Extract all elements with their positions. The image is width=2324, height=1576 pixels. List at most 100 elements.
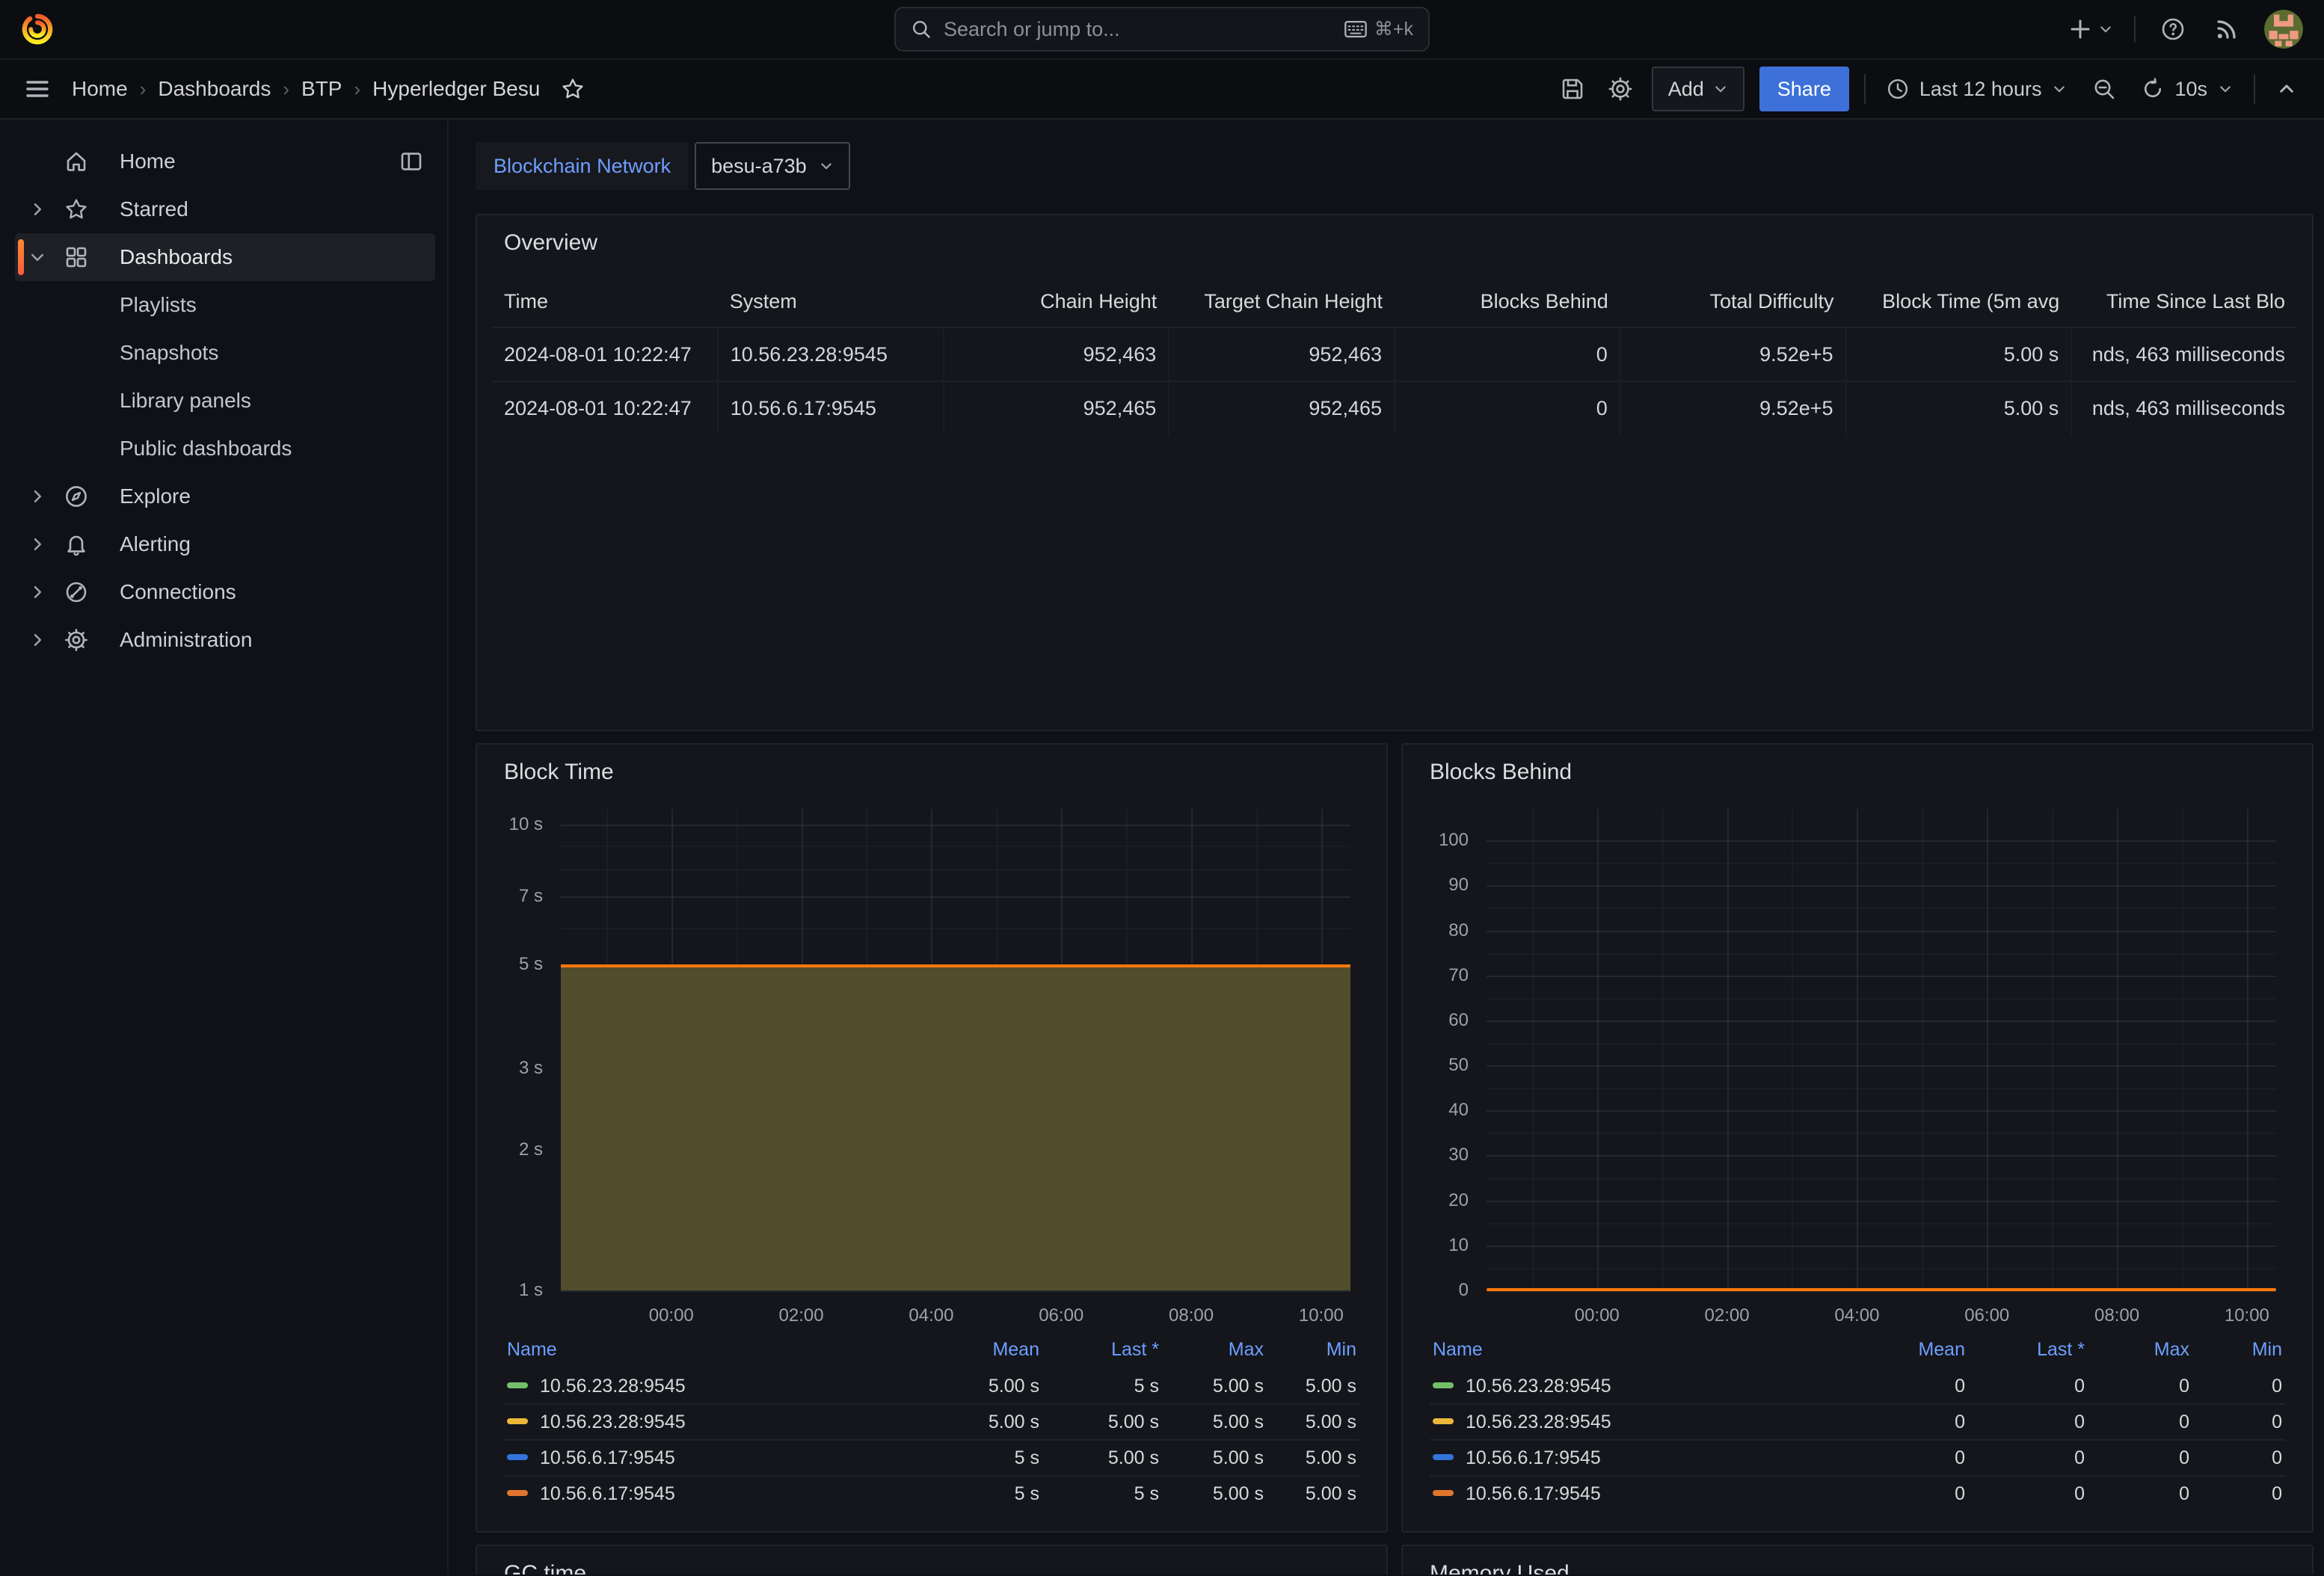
legend-value: 0 <box>2088 1475 2192 1512</box>
plot-area[interactable] <box>561 809 1350 1292</box>
breadcrumb-item-dashboards[interactable]: Dashboards <box>158 77 271 101</box>
time-series-chart[interactable]: 100 90 80 70 60 50 40 30 20 10 0 00:00 02:00 04:00 06… <box>1418 800 2297 1326</box>
chevron-right-icon[interactable] <box>18 582 57 603</box>
gridline <box>2181 809 2183 1290</box>
sidebar-item-public-dashboards[interactable]: Public dashboards <box>15 425 435 473</box>
table-row[interactable]: 2024-08-01 10:22:47 10.56.6.17:9545 952,46… <box>492 381 2297 435</box>
plot-area[interactable] <box>1487 809 2276 1292</box>
dashboard-submenu: Blockchain Network besu-a73b <box>476 142 2314 214</box>
save-dashboard-button[interactable] <box>1556 73 1589 105</box>
legend-column-header[interactable]: Mean <box>1830 1332 1968 1368</box>
panel-title[interactable]: Blocks Behind <box>1430 760 2297 785</box>
dashboard-settings-button[interactable] <box>1604 73 1637 105</box>
gridline <box>561 1290 1350 1292</box>
user-avatar[interactable] <box>2264 10 2303 49</box>
sidebar-item-snapshots[interactable]: Snapshots <box>15 329 435 377</box>
sidebar-item-starred[interactable]: Starred <box>15 185 435 233</box>
y-axis-tick-label: 1 s <box>518 1280 543 1300</box>
chevron-down-icon[interactable] <box>18 247 57 268</box>
legend-series-name[interactable]: 10.56.6.17:9545 <box>540 1447 675 1468</box>
legend-series-name[interactable]: 10.56.6.17:9545 <box>540 1483 675 1504</box>
legend-value: 5.00 s <box>1267 1475 1359 1512</box>
sidebar-item-administration[interactable]: Administration <box>15 616 435 664</box>
legend-column-header[interactable]: Mean <box>905 1332 1042 1368</box>
help-button[interactable] <box>2157 13 2189 46</box>
x-axis-tick-label: 04:00 <box>909 1305 954 1326</box>
panel-title[interactable]: Block Time <box>504 760 1371 785</box>
legend-body: 10.56.23.28:9545 5.00 s5 s 5.00 s 5.00 s 10.… <box>504 1368 1359 1512</box>
legend-column-header[interactable]: Max <box>2088 1332 2192 1368</box>
overview-column-header[interactable]: Target Chain Height <box>1169 277 1395 327</box>
sidebar-item-home[interactable]: Home <box>15 138 435 185</box>
legend-column-header[interactable]: Last * <box>1968 1332 2088 1368</box>
time-range-picker[interactable]: Last 12 hours <box>1881 67 2074 111</box>
legend-column-header[interactable]: Name <box>1430 1332 1830 1368</box>
legend-series-name[interactable]: 10.56.23.28:9545 <box>1466 1412 1611 1432</box>
time-series-chart[interactable]: 10 s 7 s 5 s 3 s 2 s 1 s 00:00 02:00 04:00 06:00… <box>492 800 1371 1326</box>
sidebar-item-alerting[interactable]: Alerting <box>15 520 435 568</box>
legend-column-header[interactable]: Min <box>2192 1332 2285 1368</box>
legend-value: 0 <box>2088 1439 2192 1476</box>
legend-series-name[interactable]: 10.56.23.28:9545 <box>540 1412 686 1432</box>
overview-column-header[interactable]: Time Since Last Blo <box>2071 277 2297 327</box>
collapse-toolbar-button[interactable] <box>2270 73 2303 105</box>
overview-column-header[interactable]: Chain Height <box>944 277 1169 327</box>
plus-icon <box>2068 17 2092 41</box>
news-button[interactable] <box>2210 13 2243 46</box>
legend-series-name[interactable]: 10.56.6.17:9545 <box>1466 1483 1601 1504</box>
sidebar-item-label: Home <box>120 150 176 173</box>
overview-column-header[interactable]: Blocks Behind <box>1395 277 1620 327</box>
chevron-right-icon[interactable] <box>18 630 57 650</box>
overview-column-header[interactable]: Total Difficulty <box>1620 277 1846 327</box>
gridline <box>1487 1178 2276 1180</box>
search-input[interactable]: Search or jump to... ⌘+k <box>894 7 1430 52</box>
dashboard-content[interactable]: Blockchain Network besu-a73b Overview Ti… <box>449 120 2324 1575</box>
overview-column-header[interactable]: Time <box>492 277 718 327</box>
gridline <box>1487 952 2276 955</box>
zoom-out-time-button[interactable] <box>2088 73 2121 105</box>
chevron-right-icon[interactable] <box>18 199 57 220</box>
legend-column-header[interactable]: Last * <box>1042 1332 1162 1368</box>
x-axis-tick-label: 08:00 <box>1169 1305 1214 1326</box>
legend-series-name[interactable]: 10.56.23.28:9545 <box>540 1376 686 1397</box>
series-fill <box>561 964 1350 1290</box>
variable-value-dropdown[interactable]: besu-a73b <box>695 142 850 190</box>
legend-value: 0 <box>2192 1475 2285 1512</box>
legend-row: 10.56.23.28:9545 0 0 0 0 <box>1430 1368 2285 1404</box>
chevron-right-icon[interactable] <box>18 534 57 555</box>
gridline <box>1857 809 1859 1290</box>
gear-icon <box>1608 77 1632 101</box>
new-menu-button[interactable] <box>2068 17 2113 41</box>
sidebar-item-dashboards[interactable]: Dashboards <box>15 233 435 281</box>
sidebar-item-playlists[interactable]: Playlists <box>15 281 435 329</box>
legend-column-header[interactable]: Name <box>504 1332 905 1368</box>
mega-menu-toggle[interactable] <box>21 73 54 105</box>
favorite-star-button[interactable] <box>561 77 585 101</box>
legend-column-header[interactable]: Min <box>1267 1332 1359 1368</box>
legend-column-header[interactable]: Max <box>1162 1332 1267 1368</box>
overview-column-header[interactable]: System <box>718 277 944 327</box>
legend-series-name[interactable]: 10.56.23.28:9545 <box>1466 1376 1611 1397</box>
panel-title[interactable]: GC time <box>504 1561 1371 1575</box>
sidebar-item-library-panels[interactable]: Library panels <box>15 377 435 425</box>
legend-value: 5.00 s <box>988 1375 1039 1397</box>
sidebar-item-explore[interactable]: Explore <box>15 473 435 520</box>
panel-title[interactable]: Memory Used <box>1430 1561 2297 1575</box>
dock-panel-icon[interactable] <box>399 150 423 173</box>
refresh-picker[interactable]: 10s <box>2136 67 2239 111</box>
breadcrumb-item-hyperledger-besu[interactable]: Hyperledger Besu <box>372 77 540 101</box>
legend-series-name[interactable]: 10.56.6.17:9545 <box>1466 1447 1601 1468</box>
chevron-right-icon[interactable] <box>18 486 57 507</box>
table-row[interactable]: 2024-08-01 10:22:47 10.56.23.28:9545 952,4… <box>492 327 2297 381</box>
gridline <box>1487 863 2276 865</box>
panel-title[interactable]: Overview <box>504 230 2297 256</box>
legend-value: 5 s <box>905 1439 1042 1476</box>
chevron-up-icon <box>2277 79 2296 99</box>
breadcrumb-item-home[interactable]: Home <box>72 77 128 101</box>
grafana-logo-icon[interactable] <box>21 13 54 46</box>
sidebar-item-connections[interactable]: Connections <box>15 568 435 616</box>
share-button[interactable]: Share <box>1759 67 1849 111</box>
add-panel-button[interactable]: Add <box>1651 67 1744 111</box>
overview-column-header[interactable]: Block Time (5m avg <box>1846 277 2072 327</box>
breadcrumb-item-btp[interactable]: BTP <box>301 77 342 101</box>
